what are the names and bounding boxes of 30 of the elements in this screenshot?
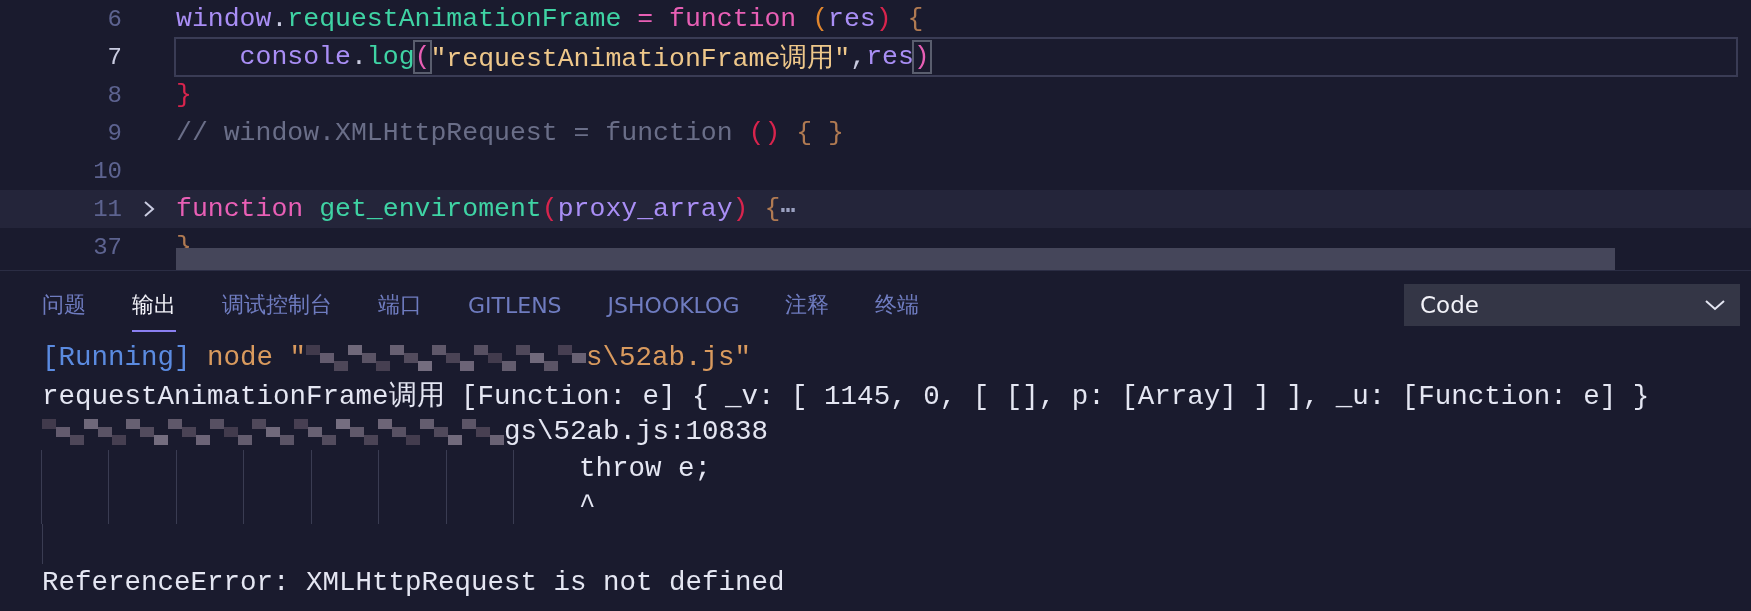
panel-tab[interactable]: 调试控制台 — [222, 278, 332, 332]
line-number: 10 — [92, 157, 122, 185]
panel-tab[interactable]: 注释 — [785, 278, 830, 332]
panel-tab[interactable]: 问题 — [42, 278, 86, 332]
output-line: requestAnimationFrame调用 [Function: e] { _v: [ 1145, 0, [ [], p: [Array] ] ], _u: [Function: e] } — [42, 379, 1650, 413]
line-number: 8 — [106, 81, 122, 109]
line-number: 9 — [106, 119, 122, 147]
code-line: window.requestAnimationFrame = function (res) { — [176, 3, 924, 36]
panel-tab[interactable]: GITLENS — [468, 278, 562, 332]
panel-tab[interactable]: 端口 — [378, 278, 422, 332]
output-channel-select[interactable]: Code — [1404, 284, 1740, 326]
chevron-down-icon — [1704, 299, 1726, 311]
code-line: // window.XMLHttpRequest = function () { } — [176, 117, 844, 150]
code-line: console.log("requestAnimationFrame调用",res) — [176, 39, 1736, 75]
line-number: 37 — [92, 233, 122, 261]
panel-tab[interactable]: 终端 — [875, 278, 920, 332]
chevron-icon[interactable] — [143, 199, 155, 219]
panel-tab[interactable]: JSHOOKLOG — [607, 278, 740, 332]
output-line: [Running] node " s\52ab.js" — [42, 342, 752, 373]
output-line: ^ — [579, 490, 596, 521]
output-line: ReferenceError: XMLHttpRequest is not defined — [42, 567, 785, 598]
line-number: 7 — [106, 43, 122, 71]
output-line: throw e; — [579, 453, 712, 484]
scrollbar[interactable] — [176, 248, 1615, 270]
code-line: } — [176, 79, 192, 112]
output-line: gs\52ab.js:10838 — [42, 416, 769, 447]
line-number: 11 — [92, 195, 122, 223]
code-line: function get_enviroment(proxy_array) {⋯ — [176, 193, 797, 227]
line-number: 6 — [106, 5, 122, 33]
panel-tab[interactable]: 输出 — [132, 278, 176, 332]
